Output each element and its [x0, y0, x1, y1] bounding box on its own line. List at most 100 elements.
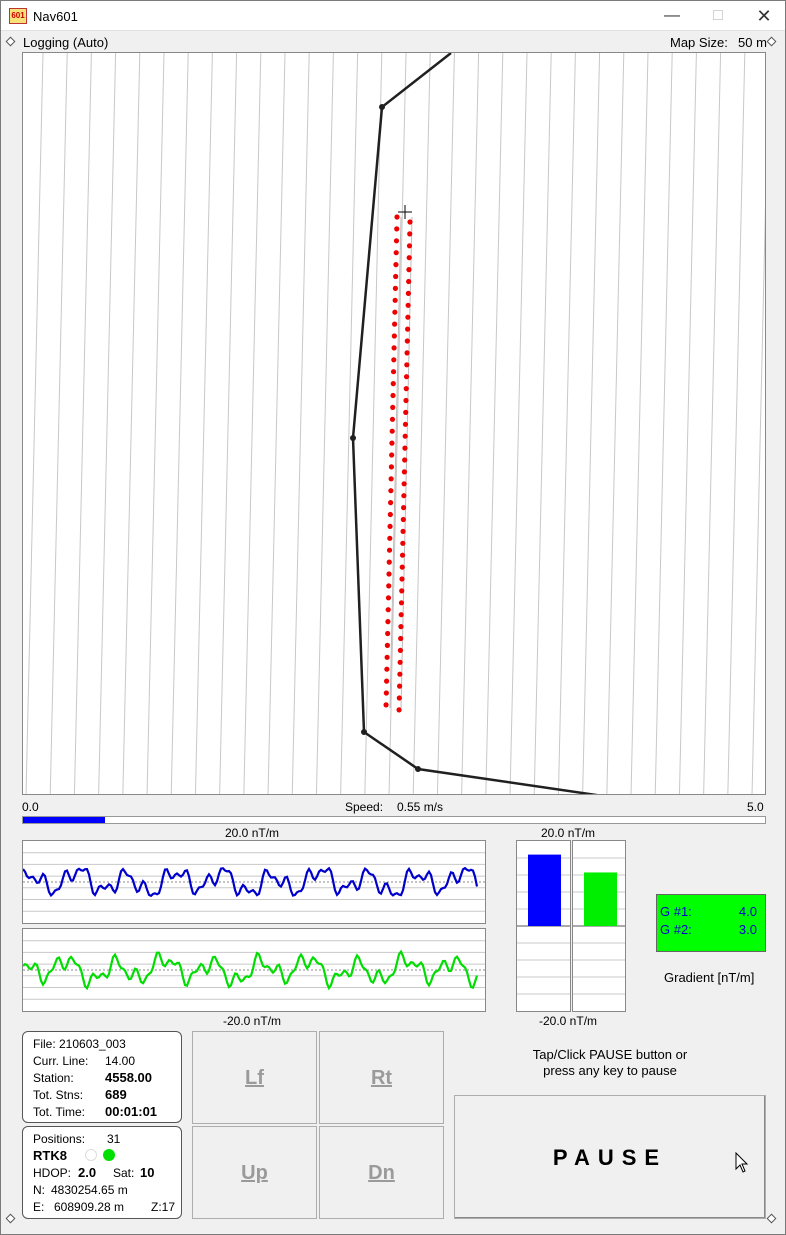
sat-label: Sat:: [113, 1166, 135, 1180]
station-point: [406, 243, 413, 249]
station-point: [399, 576, 405, 582]
pause-hint: Tap/Click PAUSE button or press any key …: [454, 1047, 766, 1079]
close-icon: ✕: [756, 6, 772, 26]
station-point: [397, 659, 403, 665]
station-point: [407, 231, 413, 237]
station-point: [400, 540, 406, 546]
station-point: [404, 350, 410, 356]
grid-line: [533, 53, 552, 794]
station-point: [404, 338, 410, 344]
grid-line: [49, 53, 68, 794]
station-point: [406, 255, 412, 261]
tot-stns-label: Tot. Stns:: [33, 1088, 84, 1102]
station-point: [384, 678, 390, 684]
station-point: [390, 369, 397, 375]
grid-line: [582, 53, 601, 794]
g2-bar-meter: [572, 840, 626, 1012]
grid-line: [630, 53, 649, 794]
station-point: [397, 647, 404, 654]
bar-value-rect: [528, 854, 561, 926]
grid-line: [557, 53, 576, 794]
tot-stns-value: 689: [105, 1087, 127, 1102]
grid-line: [703, 53, 722, 794]
station-point: [391, 345, 397, 351]
station-point: [385, 595, 392, 601]
northing-value: 4830254.65 m: [51, 1183, 128, 1197]
close-button[interactable]: ✕: [741, 1, 786, 31]
station-point: [405, 290, 412, 296]
utm-zone: Z:17: [151, 1200, 176, 1214]
station-point: [385, 619, 391, 625]
station-point: [403, 386, 409, 392]
grid-line: [146, 53, 165, 794]
station-point: [388, 464, 395, 470]
status-led-green-icon: [103, 1149, 115, 1161]
map-size-label: Map Size:: [670, 35, 728, 50]
station-point: [402, 421, 409, 427]
station-point: [398, 624, 404, 630]
station-point: [388, 488, 394, 494]
title-bar[interactable]: 601 Nav601 — □ ✕: [1, 1, 785, 31]
station-point: [387, 523, 393, 529]
minimize-button[interactable]: —: [649, 1, 695, 31]
bars-top-label: 20.0 nT/m: [541, 826, 596, 840]
grid-line: [291, 53, 310, 794]
easting-value: 608909.28 m: [54, 1200, 125, 1214]
gps-info-panel: Positions: 31 RTK8 HDOP: 2.0 Sat: 10 N: …: [22, 1126, 182, 1219]
station-point: [399, 552, 406, 558]
station-point: [384, 666, 390, 672]
left-button[interactable]: Lf: [192, 1031, 317, 1124]
station-points: [383, 214, 413, 713]
grid-line: [751, 205, 765, 794]
maximize-button[interactable]: □: [695, 1, 741, 31]
corner-handle-tr: [766, 36, 777, 47]
g2-trace-panel: [22, 928, 486, 1012]
boundary-vertex: [415, 766, 421, 772]
speed-bar-fill: [23, 817, 105, 823]
grid-line: [727, 53, 746, 794]
pause-hint-line1: Tap/Click PAUSE button or: [532, 1047, 688, 1062]
pause-button[interactable]: PAUSE: [454, 1095, 766, 1219]
station-point: [387, 511, 393, 518]
map-size-value[interactable]: 50 m: [738, 35, 767, 50]
g1-trace-plot: [22, 852, 485, 912]
station-point: [392, 285, 399, 291]
station-point: [405, 314, 411, 320]
curr-line-value: 14.00: [105, 1054, 136, 1068]
g1-trace-panel: [22, 840, 486, 924]
g2-label: G #2:: [660, 922, 692, 937]
station-point: [396, 707, 402, 713]
app-icon: 601: [9, 8, 27, 24]
speed-value: 0.55 m/s: [397, 800, 444, 814]
right-button[interactable]: Rt: [319, 1031, 444, 1124]
station-point: [406, 278, 412, 285]
track-line: [400, 216, 413, 709]
station-point: [397, 683, 403, 689]
up-button[interactable]: Up: [192, 1126, 317, 1219]
gps-mode: RTK8: [33, 1148, 67, 1163]
station-point: [403, 409, 409, 415]
grid-line: [436, 53, 455, 794]
map-view[interactable]: [22, 52, 766, 795]
station-point: [398, 635, 404, 642]
positions-value: 31: [107, 1132, 121, 1146]
station-point: [400, 528, 406, 534]
tot-time-label: Tot. Time:: [33, 1105, 86, 1119]
sat-value: 10: [140, 1165, 155, 1180]
g1-value: 4.0: [738, 904, 757, 919]
grid-line: [412, 53, 431, 794]
speed-bar: [22, 816, 766, 824]
grid-line: [461, 53, 480, 794]
station-point: [398, 612, 404, 618]
station-point: [388, 500, 394, 506]
g2-value: 3.0: [738, 922, 757, 937]
station-point: [398, 600, 405, 606]
station-point: [394, 214, 400, 220]
gradient-caption: Gradient [nT/m]: [664, 970, 755, 985]
g1-label: G #1:: [660, 904, 692, 919]
down-button[interactable]: Dn: [319, 1126, 444, 1219]
file-name: File: 210603_003: [33, 1037, 126, 1051]
window-title: Nav601: [33, 9, 78, 24]
station-point: [407, 219, 413, 225]
grid-line: [315, 53, 334, 794]
